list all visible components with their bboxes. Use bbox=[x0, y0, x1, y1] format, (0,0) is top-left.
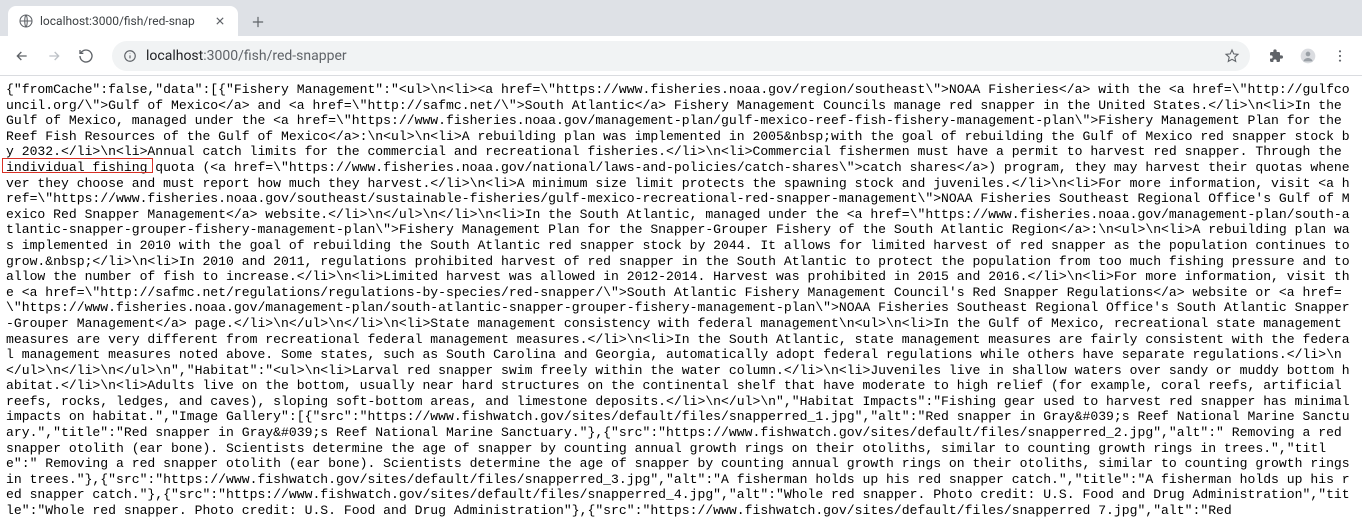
back-button[interactable] bbox=[8, 42, 36, 70]
address-bar[interactable]: localhost:3000/fish/red-snapper bbox=[112, 41, 1250, 71]
url-text: localhost:3000/fish/red-snapper bbox=[146, 48, 1216, 64]
toolbar: localhost:3000/fish/red-snapper bbox=[0, 36, 1362, 76]
site-info-icon[interactable] bbox=[122, 48, 138, 64]
extensions-icon[interactable] bbox=[1262, 42, 1290, 70]
profile-avatar-icon[interactable] bbox=[1294, 42, 1322, 70]
kebab-menu-icon[interactable] bbox=[1326, 42, 1354, 70]
url-port: :3000 bbox=[203, 48, 238, 64]
close-icon[interactable] bbox=[212, 13, 228, 29]
globe-icon bbox=[18, 13, 34, 29]
bookmark-star-icon[interactable] bbox=[1224, 48, 1240, 64]
new-tab-button[interactable] bbox=[244, 8, 272, 36]
toolbar-right bbox=[1262, 42, 1354, 70]
tab-strip: localhost:3000/fish/red-snap bbox=[0, 0, 1362, 36]
browser-window: localhost:3000/fish/red-snap localhost:3… bbox=[0, 0, 1362, 520]
browser-tab[interactable]: localhost:3000/fish/red-snap bbox=[8, 6, 238, 36]
json-response-body: {"fromCache":false,"data":[{"Fishery Man… bbox=[6, 82, 1356, 519]
tab-title: localhost:3000/fish/red-snap bbox=[40, 14, 206, 28]
url-path: /fish/red-snapper bbox=[238, 48, 347, 64]
url-host: localhost bbox=[146, 48, 203, 64]
reload-button[interactable] bbox=[72, 42, 100, 70]
forward-button[interactable] bbox=[40, 42, 68, 70]
page-content: {"fromCache":false,"data":[{"Fishery Man… bbox=[0, 76, 1362, 520]
